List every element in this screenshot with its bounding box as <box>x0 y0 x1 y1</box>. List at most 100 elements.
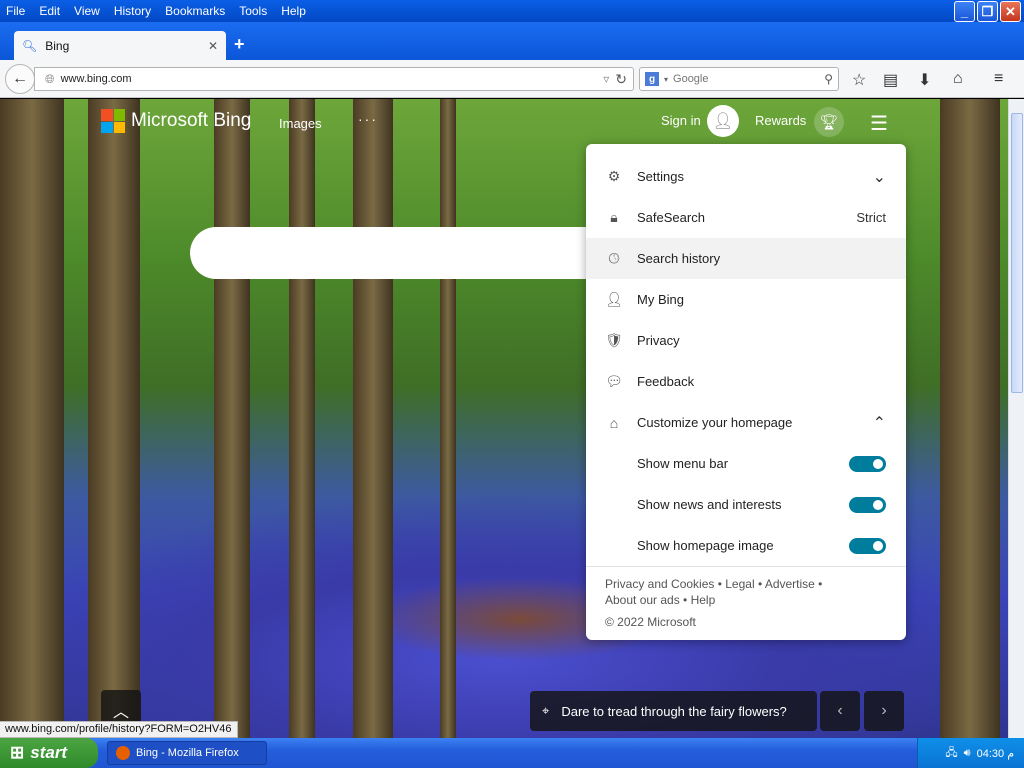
menu-item-customize-homepage[interactable]: ⌂ Customize your homepage ⌃ <box>586 402 906 443</box>
start-button[interactable]: ⊞ start <box>0 738 98 768</box>
next-image-button[interactable]: › <box>864 691 904 731</box>
microsoft-logo-icon <box>101 109 125 133</box>
minimize-button[interactable]: _ <box>954 1 975 22</box>
status-url: www.bing.com/profile/history?FORM=O2HV46 <box>0 721 238 738</box>
toggle-row-menu-bar: Show menu bar <box>586 443 906 484</box>
google-icon[interactable]: g <box>645 72 659 86</box>
menu-item-label: Customize your homepage <box>637 415 793 430</box>
clock[interactable]: 04:30 م <box>977 747 1014 760</box>
chat-icon: 💬︎ <box>605 373 623 389</box>
bookmark-star-icon[interactable]: ☆ <box>852 70 866 90</box>
copyright: © 2022 Microsoft <box>605 615 696 629</box>
background-trunk <box>88 99 140 738</box>
magnifier-icon[interactable]: ⚲ <box>824 72 833 86</box>
toggle-show-homepage-image[interactable] <box>849 537 886 554</box>
menu-history[interactable]: History <box>107 4 158 18</box>
engine-dropdown-icon[interactable]: ▾ <box>664 75 668 84</box>
download-icon[interactable]: ⬇ <box>918 70 931 90</box>
menu-file[interactable]: File <box>0 4 32 18</box>
close-window-button[interactable]: ✕ <box>1000 1 1021 22</box>
avatar[interactable]: 👤︎ <box>707 105 739 137</box>
volume-icon[interactable]: 🔊︎ <box>964 747 971 760</box>
background-trunk <box>440 99 456 738</box>
close-tab-icon[interactable]: ✕ <box>208 39 218 53</box>
bing-search-box[interactable] <box>190 227 610 279</box>
toggle-show-news[interactable] <box>849 496 886 513</box>
images-link[interactable]: Images <box>279 116 322 131</box>
menu-view[interactable]: View <box>67 4 107 18</box>
shield-icon: 🛡︎ <box>605 332 623 348</box>
menu-item-safesearch[interactable]: 🔒︎ SafeSearch Strict <box>586 197 906 238</box>
background-trunk <box>353 99 393 738</box>
scrollbar-thumb[interactable] <box>1011 113 1023 393</box>
bing-logo[interactable]: Microsoft Bing <box>101 109 251 133</box>
caption-text: Dare to tread through the fairy flowers? <box>561 703 787 719</box>
menu-help[interactable]: Help <box>274 4 313 18</box>
logo-text: Microsoft Bing <box>131 110 252 131</box>
rewards-link[interactable]: Rewards <box>755 113 806 128</box>
menu-item-my-bing[interactable]: 👤︎ My Bing <box>586 279 906 320</box>
firefox-icon <box>116 746 130 760</box>
background-trunk <box>0 99 64 738</box>
bing-menu-icon[interactable]: ☰ <box>870 111 888 136</box>
background-trunk <box>289 99 315 738</box>
vertical-scrollbar[interactable] <box>1008 99 1024 738</box>
menu-item-search-history[interactable]: 🕓︎ Search history <box>586 238 906 279</box>
toggle-show-menu-bar[interactable] <box>849 455 886 472</box>
toggle-label: Show menu bar <box>637 456 729 471</box>
menu-item-privacy[interactable]: 🛡︎ Privacy <box>586 320 906 361</box>
person-icon: 👤︎ <box>712 113 734 130</box>
toggle-label: Show news and interests <box>637 497 782 512</box>
home-icon: ⌂ <box>609 414 619 431</box>
taskbar: ⊞ start Bing - Mozilla Firefox 🖧︎ 🔊︎ 04:… <box>0 738 1024 768</box>
new-tab-button[interactable]: + <box>234 34 245 55</box>
menu-item-label: SafeSearch <box>637 210 705 225</box>
footer-links-line2[interactable]: About our ads • Help <box>605 592 887 608</box>
clock-icon: 🕓︎ <box>608 250 620 266</box>
footer-links-line1[interactable]: Privacy and Cookies • Legal • Advertise … <box>605 576 887 592</box>
search-input[interactable] <box>673 73 820 85</box>
menu-item-label: My Bing <box>637 292 684 307</box>
toggle-row-homepage-image: Show homepage image <box>586 525 906 566</box>
system-tray: 🖧︎ 🔊︎ 04:30 م <box>917 738 1024 768</box>
reading-list-icon[interactable]: ▤ <box>883 70 898 90</box>
back-button[interactable]: ← <box>5 64 35 94</box>
more-dots-icon[interactable]: ··· <box>358 111 378 127</box>
tab-bing[interactable]: 🔍︎ Bing ✕ <box>14 31 226 60</box>
start-label: start <box>30 743 68 762</box>
sign-in-link[interactable]: Sign in <box>661 113 701 128</box>
chevron-down-icon: ⌄ <box>872 168 886 186</box>
gear-icon: ⚙ <box>607 168 621 184</box>
tab-title: Bing <box>45 38 70 53</box>
background-trunk <box>940 99 1000 738</box>
taskbar-item-label: Bing - Mozilla Firefox <box>136 747 239 759</box>
menu-footer: Privacy and Cookies • Legal • Advertise … <box>586 566 906 630</box>
restore-button[interactable]: ❐ <box>977 1 998 22</box>
menu-bookmarks[interactable]: Bookmarks <box>158 4 232 18</box>
menu-bar: File Edit View History Bookmarks Tools H… <box>0 0 1024 22</box>
menu-tools[interactable]: Tools <box>232 4 274 18</box>
taskbar-item-firefox[interactable]: Bing - Mozilla Firefox <box>107 741 267 765</box>
home-icon[interactable]: ⌂ <box>953 70 963 88</box>
windows-flag-icon: ⊞ <box>10 743 25 762</box>
menu-item-label: Privacy <box>637 333 680 348</box>
prev-image-button[interactable]: ‹ <box>820 691 860 731</box>
reload-icon[interactable]: ↻ <box>615 71 627 88</box>
menu-item-settings[interactable]: ⚙ Settings ⌄ <box>586 156 906 197</box>
menu-edit[interactable]: Edit <box>32 4 67 18</box>
url-text: www.bing.com <box>60 73 132 85</box>
dropdown-arrow-icon[interactable]: ▿ <box>603 72 609 86</box>
menu-item-label: Settings <box>637 169 684 184</box>
safesearch-value: Strict <box>856 210 886 225</box>
network-icon[interactable]: 🖧︎ <box>945 744 957 763</box>
menu-item-feedback[interactable]: 💬︎ Feedback <box>586 361 906 402</box>
image-caption[interactable]: ⌖ Dare to tread through the fairy flower… <box>530 691 817 731</box>
trophy-icon[interactable]: 🏆︎ <box>814 107 844 137</box>
hamburger-menu-icon[interactable]: ≡ <box>994 70 1003 88</box>
search-bar[interactable]: g ▾ ⚲ <box>639 67 839 91</box>
menu-item-label: Feedback <box>637 374 695 389</box>
location-pin-icon: ⌖ <box>542 703 550 718</box>
navigation-bar: 🌐︎ www.bing.com ▿ ↻ ← g ▾ ⚲ ☆ ▤ ⬇ ⌂ ≡ <box>0 60 1024 98</box>
url-bar[interactable]: 🌐︎ www.bing.com ▿ ↻ <box>34 67 634 91</box>
menu-item-label: Search history <box>637 251 721 266</box>
